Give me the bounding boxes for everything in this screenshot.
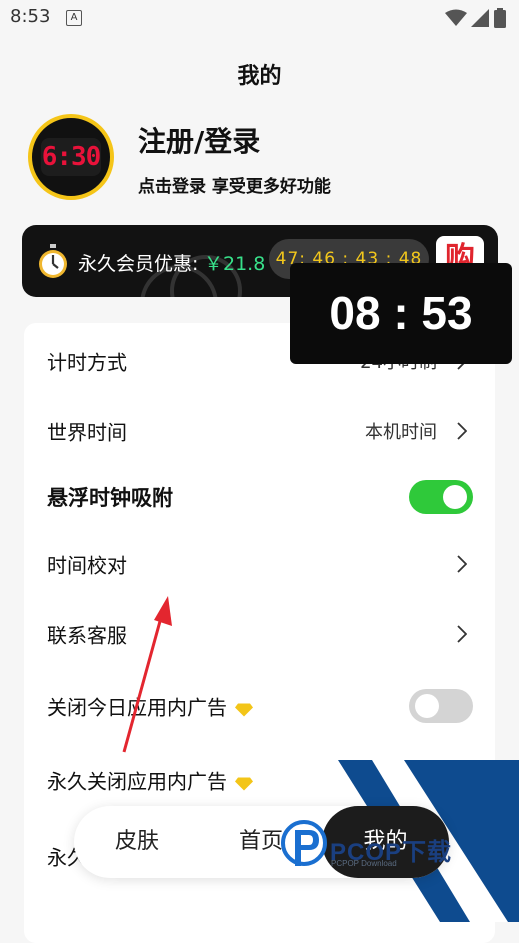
promo-label: 永久会员优惠: xyxy=(78,253,199,275)
watermark-logo-icon xyxy=(281,820,327,866)
signal-icon xyxy=(471,9,489,27)
page-title: 我的 xyxy=(237,64,282,89)
login-title[interactable]: 注册/登录 xyxy=(138,120,260,160)
stopwatch-icon xyxy=(39,244,67,278)
setting-label: 世界时间 xyxy=(47,420,127,445)
setting-label: 永久关闭应用内广告 xyxy=(47,766,253,795)
nav-skin[interactable]: 皮肤 xyxy=(88,806,186,878)
floating-clock[interactable]: 08 : 53 xyxy=(290,263,512,364)
avatar-clock-face: 6:30 xyxy=(41,138,101,176)
setting-label: 计时方式 xyxy=(47,350,127,375)
battery-icon xyxy=(494,8,506,28)
promo-price: ￥21.8 xyxy=(204,253,266,275)
toggle-knob xyxy=(415,694,439,718)
wifi-icon xyxy=(445,9,467,26)
avatar[interactable]: 6:30 xyxy=(28,114,114,200)
setting-float-snap: 悬浮时钟吸附 xyxy=(24,463,495,531)
chevron-right-icon xyxy=(457,555,467,573)
status-time: 8:53 xyxy=(10,6,51,27)
diamond-icon xyxy=(235,703,253,716)
setting-value: 本机时间 xyxy=(365,422,437,443)
login-subtitle: 点击登录 享受更多好功能 xyxy=(138,177,331,197)
chevron-right-icon xyxy=(457,625,467,643)
setting-time-calibration[interactable]: 时间校对 xyxy=(24,530,495,598)
setting-label: 时间校对 xyxy=(47,553,127,578)
status-bar: 8:53 A xyxy=(0,0,519,36)
chevron-right-icon xyxy=(457,422,467,440)
setting-contact-support[interactable]: 联系客服 xyxy=(24,600,495,668)
watermark-subtext: PCPOP Download xyxy=(331,859,397,868)
diamond-icon xyxy=(235,777,253,790)
setting-close-ads-today: 关闭今日应用内广告 xyxy=(24,672,495,740)
notification-icon: A xyxy=(66,10,82,26)
close-ads-today-toggle[interactable] xyxy=(409,689,473,723)
setting-label: 悬浮时钟吸附 xyxy=(47,486,173,510)
setting-label-text: 永久关闭应用内广告 xyxy=(47,769,227,794)
toggle-knob xyxy=(443,485,467,509)
annotation-arrow-icon xyxy=(122,596,172,753)
setting-world-time[interactable]: 世界时间 本机时间 xyxy=(24,397,495,465)
float-snap-toggle[interactable] xyxy=(409,480,473,514)
